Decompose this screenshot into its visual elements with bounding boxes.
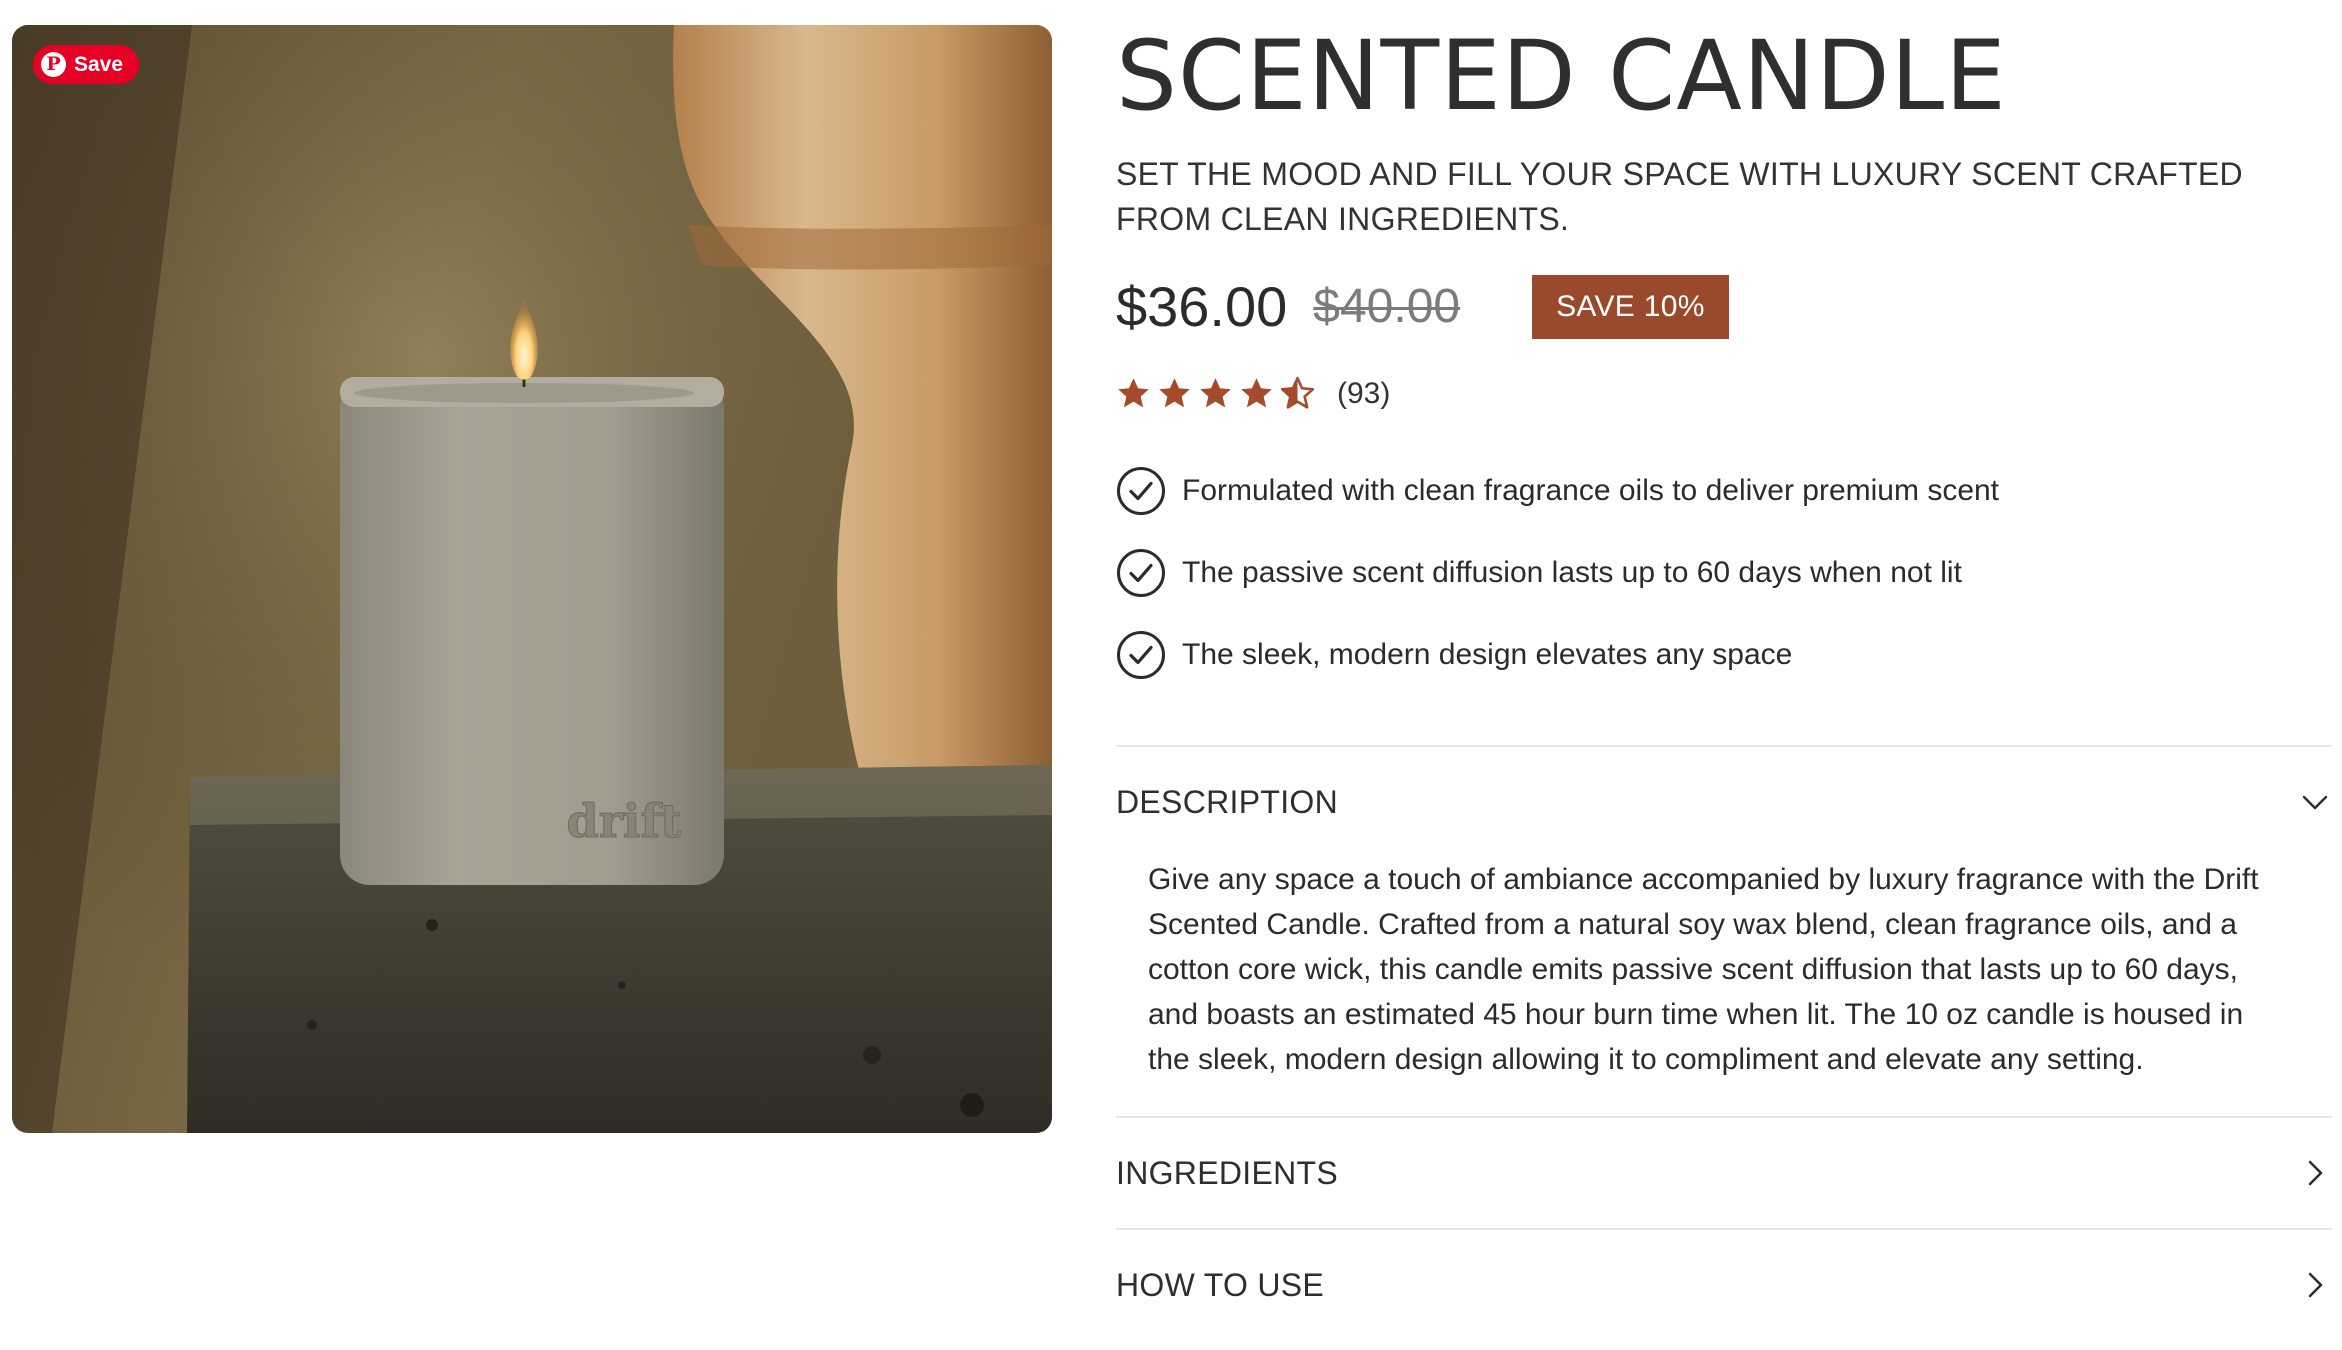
chevron-down-icon [2302,795,2328,810]
product-accordion: DESCRIPTION Give any space a touch of am… [1116,745,2332,1340]
star-icon-full [1118,378,1149,408]
review-count[interactable]: (93) [1337,377,1390,411]
check-circle-icon [1117,467,1165,515]
check-circle-icon [1117,549,1165,597]
accordion-how-to-use-header[interactable]: HOW TO USE [1116,1230,2332,1340]
product-tagline: SET THE MOOD AND FILL YOUR SPACE WITH LU… [1116,156,2243,237]
star-icon-full [1200,378,1231,408]
feature-item: Formulated with clean fragrance oils to … [1116,466,1999,516]
product-image[interactable]: drift P Save [12,25,1052,1133]
feature-item: The sleek, modern design elevates any sp… [1116,630,1999,680]
check-circle-icon [1117,631,1165,679]
description-text: Give any space a touch of ambiance accom… [1148,863,2259,1076]
price-row: $36.00 $40.00 SAVE 10% [1116,274,1729,339]
accordion-how-to-use: HOW TO USE [1116,1228,2332,1340]
chevron-right-icon [2308,1160,2323,1186]
star-icon-full [1159,378,1190,408]
candle-photo: drift [12,25,1052,1133]
accordion-ingredients-header[interactable]: INGREDIENTS [1116,1118,2332,1228]
star-icon-full [1241,378,1272,408]
feature-list: Formulated with clean fragrance oils to … [1116,466,1999,712]
chevron-right-icon [2308,1272,2323,1298]
star-icon-half [1280,376,1315,409]
feature-item: The passive scent diffusion lasts up to … [1116,548,1999,598]
accordion-title: HOW TO USE [1116,1266,1325,1303]
pinterest-save-label: Save [74,52,124,76]
feature-text: The sleek, modern design elevates any sp… [1182,638,1793,671]
pinterest-save-button[interactable]: P Save [33,45,140,84]
pinterest-icon: P [41,52,66,77]
compare-at-price: $40.00 [1313,280,1461,333]
accordion-description-header[interactable]: DESCRIPTION [1116,747,2332,857]
sale-price: $36.00 [1116,275,1288,338]
accordion-ingredients: INGREDIENTS [1116,1116,2332,1228]
accordion-title: INGREDIENTS [1116,1154,1338,1191]
discount-badge: SAVE 10% [1532,274,1729,339]
accordion-title: DESCRIPTION [1116,783,1338,820]
feature-text: The passive scent diffusion lasts up to … [1182,556,1962,589]
candle-brand-mark: drift [567,794,683,848]
product-page: drift P Save SCENTED CANDLE SET THE MOOD… [0,0,2342,1350]
accordion-description: DESCRIPTION Give any space a touch of am… [1116,745,2332,1116]
product-title: SCENTED CANDLE [1116,20,2007,132]
rating-summary[interactable]: (93) [1116,376,1390,411]
feature-text: Formulated with clean fragrance oils to … [1182,474,2000,507]
